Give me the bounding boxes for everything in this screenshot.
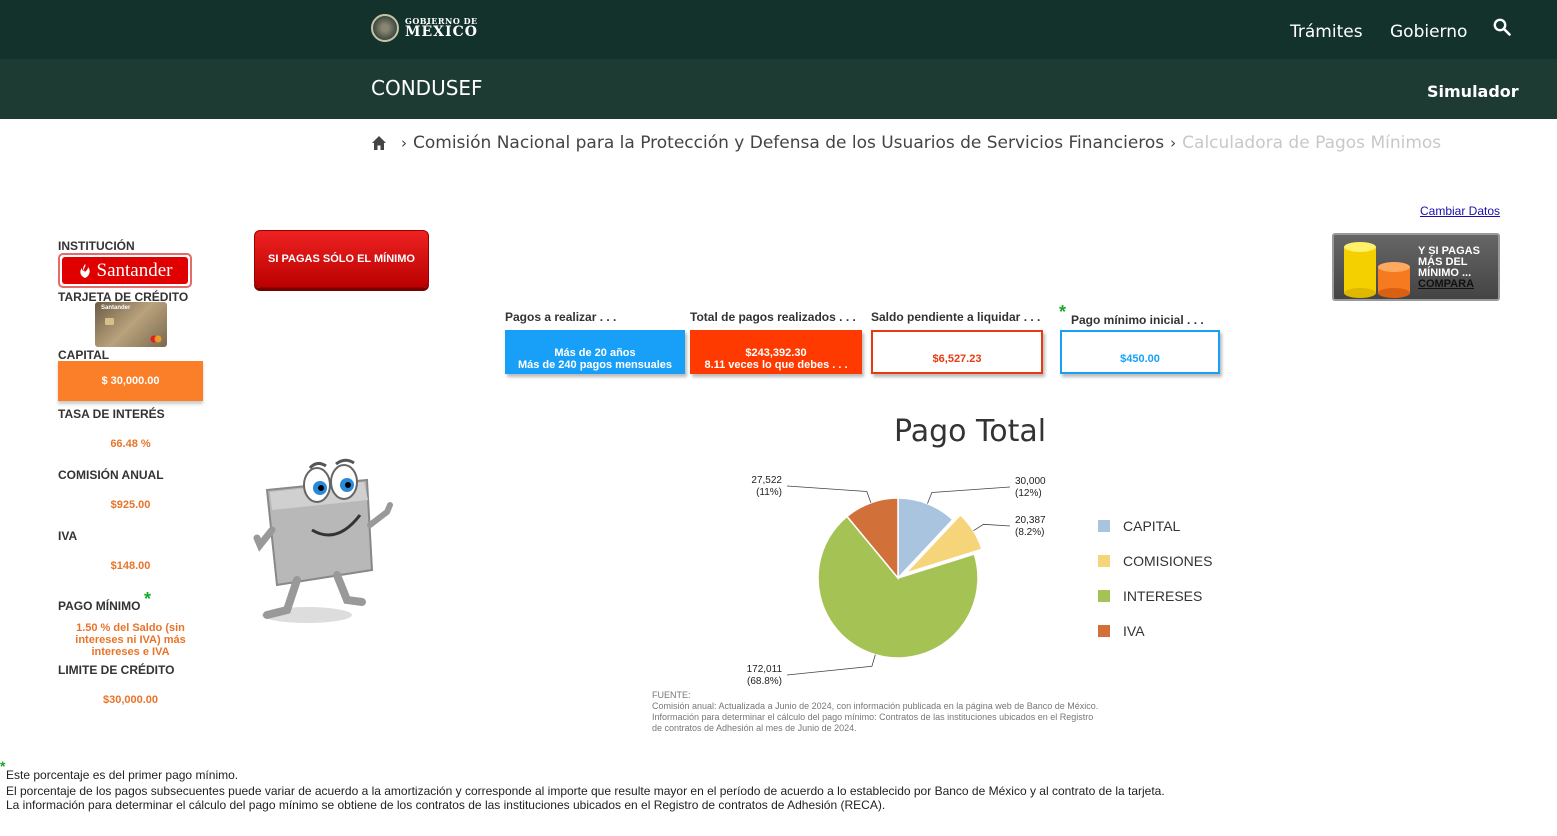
pie-chart: 30,000(12%) 20,387(8.2%) 172,011(68.8%) 27,… (747, 475, 1046, 687)
saldo-value: $6,527.23 (932, 353, 982, 365)
bank-name: Santander (96, 259, 173, 281)
credit-card-image: Santander (95, 302, 167, 347)
fuente-title: FUENTE: (652, 690, 691, 700)
leader-line (786, 654, 876, 676)
footnote-3: La información para determinar el cálcul… (6, 798, 886, 812)
bank-logo: Santander (58, 253, 192, 288)
data-label-percent: (8.2%) (1015, 527, 1044, 538)
data-label-value: 172,011 (747, 664, 783, 675)
seal-icon (371, 14, 399, 42)
breadcrumb-current: Calculadora de Pagos Mínimos (1182, 133, 1442, 153)
footnote-2: El porcentaje de los pagos subsecuentes … (6, 784, 1165, 798)
institucion-label: INSTITUCIÓN (58, 239, 135, 253)
comision-label: COMISIÓN ANUAL (58, 468, 164, 482)
total-header: Total de pagos realizados . . . (690, 310, 856, 324)
capital-value: $ 30,000.00 (58, 361, 203, 401)
home-icon[interactable] (371, 135, 387, 151)
chart-title: Pago Total (894, 414, 1047, 449)
chevron-right-icon: › (1170, 134, 1177, 152)
breadcrumb-condusef[interactable]: Comisión Nacional para la Protección y D… (413, 133, 1164, 153)
saldo-box: $6,527.23 (871, 330, 1043, 374)
card-mascot-image (253, 458, 393, 623)
legend-iva: IVA (1098, 623, 1145, 639)
compara-button[interactable]: Y SI PAGAS MÁS DEL MÍNIMO ... COMPARA (1332, 233, 1500, 301)
legend-capital: CAPITAL (1098, 518, 1180, 534)
mastercard-icon (150, 335, 162, 343)
si-pagas-minimo-button[interactable]: SI PAGAS SÓLO EL MÍNIMO (254, 230, 429, 288)
asterisk-mark: * (1059, 302, 1067, 322)
pagos-header: Pagos a realizar . . . (505, 310, 617, 324)
legend-label: INTERESES (1123, 588, 1203, 604)
data-label-percent: (12%) (1015, 488, 1042, 499)
pago-min-header: Pago mínimo inicial . . . (1071, 313, 1204, 327)
chevron-right-icon: › (401, 134, 407, 152)
logo-big-text: MÉXICO (405, 24, 478, 40)
tasa-label: TASA DE INTERÉS (58, 407, 165, 421)
total-box: $243,392.30 8.11 veces lo que debes . . … (690, 330, 862, 374)
search-icon[interactable] (1493, 18, 1511, 36)
legend-intereses: INTERESES (1098, 588, 1202, 604)
flame-icon (79, 263, 90, 278)
gobierno-logo[interactable]: GOBIERNO DE MÉXICO (371, 14, 478, 42)
leader-line (786, 485, 872, 503)
comision-value: $925.00 (110, 499, 151, 511)
pago-min-value: $450.00 (1120, 353, 1160, 365)
capital-label: CAPITAL (58, 348, 110, 362)
legend-comisiones: COMISIONES (1098, 553, 1212, 569)
legend-label: CAPITAL (1123, 518, 1181, 534)
asterisk-mark: * (0, 758, 6, 774)
nav-gobierno[interactable]: Gobierno (1390, 22, 1467, 42)
card-chip (105, 318, 114, 325)
iva-label: IVA (58, 529, 78, 543)
nav-tramites[interactable]: Trámites (1290, 22, 1363, 42)
legend-swatch (1098, 625, 1110, 637)
asterisk-mark: * (144, 589, 152, 609)
legend-swatch (1098, 520, 1110, 532)
fuente-line2: Información para determinar el cálculo d… (652, 712, 1094, 733)
total-line2: 8.11 veces lo que debes . . . (704, 359, 848, 371)
cambiar-datos-link[interactable]: Cambiar Datos (1420, 204, 1500, 218)
legend-swatch (1098, 555, 1110, 567)
site-title[interactable]: CONDUSEF (371, 76, 483, 100)
pago-minimo-label: PAGO MÍNIMO (58, 599, 141, 613)
simulador-link[interactable]: Simulador (1427, 82, 1519, 101)
data-label-percent: (68.8%) (747, 676, 782, 687)
legend-label: IVA (1123, 623, 1145, 639)
fuente-line1: Comisión anual: Actualizada a Junio de 2… (652, 701, 1099, 711)
data-label-percent: (11%) (756, 487, 782, 498)
breadcrumb: › Comisión Nacional para la Protección y… (371, 133, 1441, 153)
data-label-value: 27,522 (751, 475, 782, 486)
pagos-line1: Más de 20 años (554, 347, 636, 359)
iva-value: $148.00 (110, 560, 151, 572)
pago-minimo-value: 1.50 % del Saldo (sin intereses ni IVA) … (75, 622, 186, 658)
data-label-value: 20,387 (1015, 515, 1046, 526)
limite-value: $30,000.00 (102, 694, 159, 706)
pago-min-box: $450.00 (1060, 330, 1220, 374)
limite-label: LIMITE DE CRÉDITO (58, 663, 175, 677)
footnote-1: Este porcentaje es del primer pago mínim… (6, 768, 239, 782)
leader-line (973, 523, 1011, 532)
saldo-header: Saldo pendiente a liquidar . . . (871, 310, 1041, 324)
sub-navbar (0, 59, 1557, 119)
fuente-note: FUENTE: Comisión anual: Actualizada a Ju… (652, 690, 1102, 734)
pagos-box: Más de 20 años Más de 240 pagos mensuale… (505, 330, 685, 374)
legend-swatch (1098, 590, 1110, 602)
legend-label: COMISIONES (1123, 553, 1213, 569)
compara-line4: COMPARA (1418, 278, 1475, 290)
leader-line (927, 486, 1011, 504)
pagos-line2: Más de 240 pagos mensuales (517, 359, 673, 371)
card-brand: Santander (101, 305, 131, 311)
coins-icon (1344, 242, 1410, 298)
data-label-value: 30,000 (1015, 476, 1046, 487)
tasa-value: 66.48 % (110, 438, 151, 450)
total-line1: $243,392.30 (745, 347, 807, 359)
